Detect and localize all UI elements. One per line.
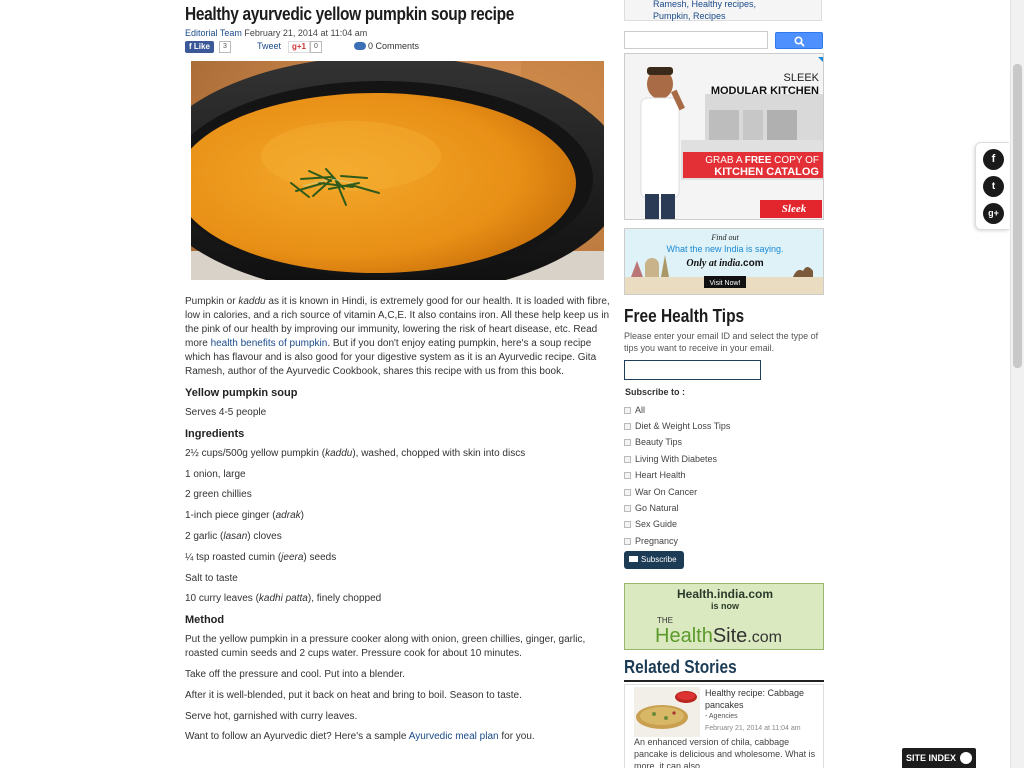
search-input[interactable] — [624, 31, 768, 49]
related-story-excerpt: An enhanced version of chila, cabbage pa… — [634, 737, 816, 768]
related-story-source: - Agencies — [705, 713, 738, 720]
gplus-button[interactable]: g+1 — [288, 41, 311, 53]
tweet-button[interactable]: Tweet — [257, 41, 281, 51]
india-com-ad[interactable]: Find out What the new India is saying. O… — [624, 228, 824, 295]
hs-line1: Health.india.com — [677, 587, 773, 601]
ad-cta-line1: GRAB A FREE COPY OF — [705, 155, 819, 166]
ad-brand: SLEEK — [784, 72, 820, 84]
kitchen-ad-banner[interactable]: Sleek SLEEK MODULAR KITCHEN GRAB A FREE … — [624, 53, 824, 220]
related-stories-title: Related Stories — [624, 657, 737, 677]
scrollbar-thumb[interactable] — [1013, 64, 1022, 368]
checkbox[interactable] — [624, 472, 631, 479]
share-bar: f Like 3 Tweet g+1 0 0 Comments — [185, 41, 615, 55]
twitter-icon[interactable]: t — [983, 176, 1004, 197]
diet-paragraph: Want to follow an Ayurvedic diet? Here's… — [185, 731, 535, 743]
ingredient-item: 1-inch piece ginger (adrak) — [185, 510, 304, 522]
facebook-like-button[interactable]: f Like — [185, 41, 214, 53]
related-story-headline[interactable]: Healthy recipe: Cabbage pancakes — [705, 687, 820, 711]
checkbox[interactable] — [624, 407, 631, 414]
ingredient-item: 2 garlic (lasan) cloves — [185, 530, 282, 542]
gplus-icon[interactable]: g+ — [983, 203, 1004, 224]
checkbox[interactable] — [624, 538, 631, 545]
pumpkin-benefits-link[interactable]: health benefits of pumpkin — [211, 338, 328, 349]
like-count: 3 — [219, 41, 231, 53]
ad-logo: Sleek — [782, 203, 807, 215]
chevron-down-icon — [960, 752, 972, 764]
ad2-line2: What the new India is saying. — [666, 244, 783, 254]
checkbox[interactable] — [624, 521, 631, 528]
ingredient-item: 2 green chillies — [185, 489, 252, 501]
ad2-button: Visit Now! — [710, 280, 741, 287]
related-story-card[interactable]: Healthy recipe: Cabbage pancakes - Agenc… — [624, 684, 824, 768]
method-step: Serve hot, garnished with curry leaves. — [185, 710, 358, 722]
thehealthsite-banner[interactable]: Health.india.com is now THE HealthSite.c… — [624, 583, 824, 650]
article-meta: Editorial Team February 21, 2014 at 11:0… — [185, 28, 367, 38]
search-icon — [794, 36, 805, 47]
ingredients-heading: Ingredients — [185, 427, 245, 440]
method-step: Put the yellow pumpkin in a pressure coo… — [185, 634, 586, 660]
ingredient-item: 1 onion, large — [185, 468, 246, 480]
author-link[interactable]: Editorial Team — [185, 28, 242, 38]
search-button[interactable] — [775, 32, 823, 49]
tags-box[interactable]: Ramesh, Healthy recipes, Pumpkin, Recipe… — [624, 0, 822, 21]
checkbox[interactable] — [624, 423, 631, 430]
related-divider — [624, 680, 824, 682]
ad2-line1: Find out — [710, 233, 739, 242]
recipe-title: Yellow pumpkin soup — [185, 387, 298, 399]
article-body: Pumpkin or kaddu as it is known in Hindi… — [185, 295, 613, 751]
related-story-thumbnail[interactable] — [634, 687, 700, 737]
comments-link[interactable]: 0 Comments — [354, 41, 419, 51]
article-title: Healthy ayurvedic yellow pumpkin soup re… — [185, 4, 514, 24]
serves-text: Serves 4-5 people — [185, 407, 267, 418]
ingredient-item: 2½ cups/500g yellow pumpkin (kaddu), was… — [185, 447, 526, 459]
hs-logo-the: THE — [657, 616, 673, 625]
social-share-floating: f t g+ — [975, 142, 1009, 230]
checkbox[interactable] — [624, 439, 631, 446]
subscribe-button[interactable]: Subscribe — [624, 551, 684, 569]
free-health-tips-description: Please enter your email ID and select th… — [624, 331, 819, 353]
ingredient-item: ¼ tsp roasted cumin (jeera) seeds — [185, 551, 337, 563]
meal-plan-link[interactable]: Ayurvedic meal plan — [409, 731, 499, 742]
hs-line2: is now — [711, 601, 740, 611]
envelope-icon — [629, 556, 638, 562]
ingredient-item: 10 curry leaves (kadhi patta), finely ch… — [185, 593, 382, 605]
facebook-icon[interactable]: f — [983, 149, 1004, 170]
ad-cta-line2: KITCHEN CATALOG — [714, 166, 819, 178]
hs-logo: HealthSite.com — [655, 625, 782, 647]
soup-photo — [191, 61, 604, 280]
checkbox[interactable] — [624, 489, 631, 496]
site-index-button[interactable]: SITE INDEX — [902, 748, 976, 768]
checkbox[interactable] — [624, 456, 631, 463]
intro-paragraph: Pumpkin or kaddu as it is known in Hindi… — [185, 296, 610, 377]
related-story-date: February 21, 2014 at 11:04 am — [705, 725, 801, 732]
ad2-line3: Only at india.com — [686, 258, 763, 269]
comment-icon — [354, 42, 366, 50]
ad-headline: MODULAR KITCHEN — [711, 85, 819, 97]
method-step: After it is well-blended, put it back on… — [185, 689, 522, 701]
subscribe-to-label: Subscribe to : — [625, 387, 686, 397]
ingredient-item: Salt to taste — [185, 572, 238, 584]
method-step: Take off the pressure and cool. Put into… — [185, 668, 405, 680]
free-health-tips-title: Free Health Tips — [624, 306, 745, 326]
checkbox[interactable] — [624, 505, 631, 512]
page-scrollbar[interactable] — [1010, 0, 1024, 768]
method-heading: Method — [185, 614, 225, 627]
gplus-count: 0 — [310, 41, 322, 53]
publish-date: February 21, 2014 at 11:04 am — [244, 28, 368, 38]
email-input[interactable] — [624, 360, 761, 380]
